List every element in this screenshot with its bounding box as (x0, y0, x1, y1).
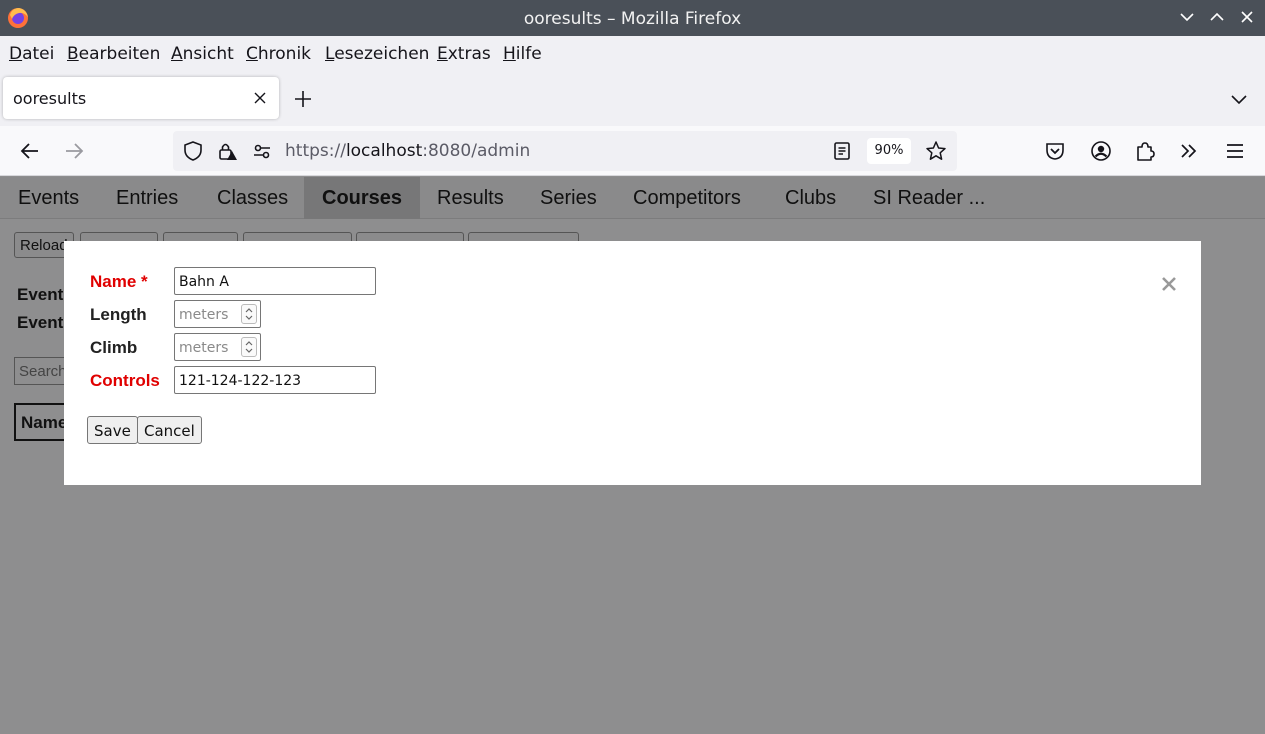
back-arrow-icon[interactable] (18, 139, 42, 163)
app-tab-si-reader[interactable]: SI Reader ... (855, 177, 1003, 219)
url-host: localhost (345, 141, 423, 161)
forward-arrow-icon[interactable] (62, 139, 86, 163)
close-tab-icon[interactable] (253, 91, 267, 105)
app-navigation: Events Entries Classes Courses Results S… (0, 177, 1265, 219)
app-tab-events[interactable]: Events (0, 177, 97, 219)
cancel-button[interactable]: Cancel (137, 416, 202, 444)
tracking-protection-shield-icon[interactable] (182, 140, 204, 162)
menu-datei[interactable]: Datei (9, 44, 54, 64)
climb-spinner-icon[interactable] (241, 337, 257, 357)
maximize-icon[interactable] (1208, 8, 1226, 26)
extensions-puzzle-icon[interactable] (1133, 139, 1157, 163)
new-tab-icon[interactable] (292, 88, 314, 110)
length-label: Length (90, 305, 147, 324)
menu-lesezeichen[interactable]: Lesezeichen (325, 44, 429, 64)
list-all-tabs-icon[interactable] (1228, 88, 1250, 110)
app-tab-classes[interactable]: Classes (199, 177, 306, 219)
window-title: ooresults – Mozilla Firefox (523, 9, 742, 29)
menu-hilfe[interactable]: Hilfe (503, 44, 542, 64)
menu-ansicht[interactable]: Ansicht (171, 44, 234, 64)
close-window-icon[interactable] (1238, 8, 1256, 26)
name-input[interactable]: Bahn A (174, 267, 376, 295)
site-permissions-icon[interactable] (251, 140, 273, 162)
reader-view-icon[interactable] (831, 140, 853, 162)
save-button[interactable]: Save (87, 416, 138, 444)
event-date-label: Event (17, 313, 64, 332)
navigation-toolbar: https://localhost:8080/admin 90% (0, 126, 1265, 176)
minimize-icon[interactable] (1178, 8, 1196, 26)
close-dialog-icon[interactable] (1160, 275, 1178, 293)
menu-chronik[interactable]: Chronik (246, 44, 311, 64)
course-edit-dialog: Name * Bahn A Length meters Climb meters… (64, 241, 1201, 485)
climb-input[interactable]: meters (174, 333, 261, 361)
url-scheme: https:// (285, 141, 346, 161)
pocket-icon[interactable] (1043, 139, 1067, 163)
bookmark-star-icon[interactable] (925, 140, 947, 162)
app-tab-series[interactable]: Series (522, 177, 615, 219)
url-text[interactable]: https://localhost:8080/admin (285, 141, 530, 161)
app-tab-results[interactable]: Results (419, 177, 522, 219)
app-tab-courses[interactable]: Courses (304, 177, 421, 219)
app-tab-entries[interactable]: Entries (98, 177, 196, 219)
app-tab-clubs[interactable]: Clubs (767, 177, 854, 219)
window-titlebar: ooresults – Mozilla Firefox (0, 0, 1265, 36)
url-path: :8080/admin (422, 141, 531, 161)
length-placeholder: meters (179, 307, 229, 323)
menu-extras[interactable]: Extras (437, 44, 491, 64)
address-bar[interactable]: https://localhost:8080/admin 90% (173, 131, 957, 171)
browser-tab[interactable]: ooresults (3, 77, 279, 119)
controls-label: Controls (90, 371, 160, 390)
climb-label: Climb (90, 338, 138, 357)
hamburger-menu-icon[interactable] (1223, 139, 1247, 163)
tab-title: ooresults (13, 89, 87, 108)
app-tab-competitors[interactable]: Competitors (615, 177, 759, 219)
menu-bar: Datei Bearbeiten Ansicht Chronik Lesezei… (0, 36, 1265, 72)
length-input[interactable]: meters (174, 300, 261, 328)
climb-placeholder: meters (179, 340, 229, 356)
controls-input[interactable]: 121-124-122-123 (174, 366, 376, 394)
event-label: Event (17, 285, 64, 304)
menu-bearbeiten[interactable]: Bearbeiten (67, 44, 160, 64)
zoom-level-button[interactable]: 90% (867, 138, 911, 164)
length-spinner-icon[interactable] (241, 304, 257, 324)
account-icon[interactable] (1089, 139, 1113, 163)
name-label: Name * (90, 272, 148, 291)
lock-warning-icon[interactable] (216, 140, 238, 162)
tab-strip: ooresults (0, 72, 1265, 126)
overflow-chevrons-icon[interactable] (1177, 139, 1201, 163)
